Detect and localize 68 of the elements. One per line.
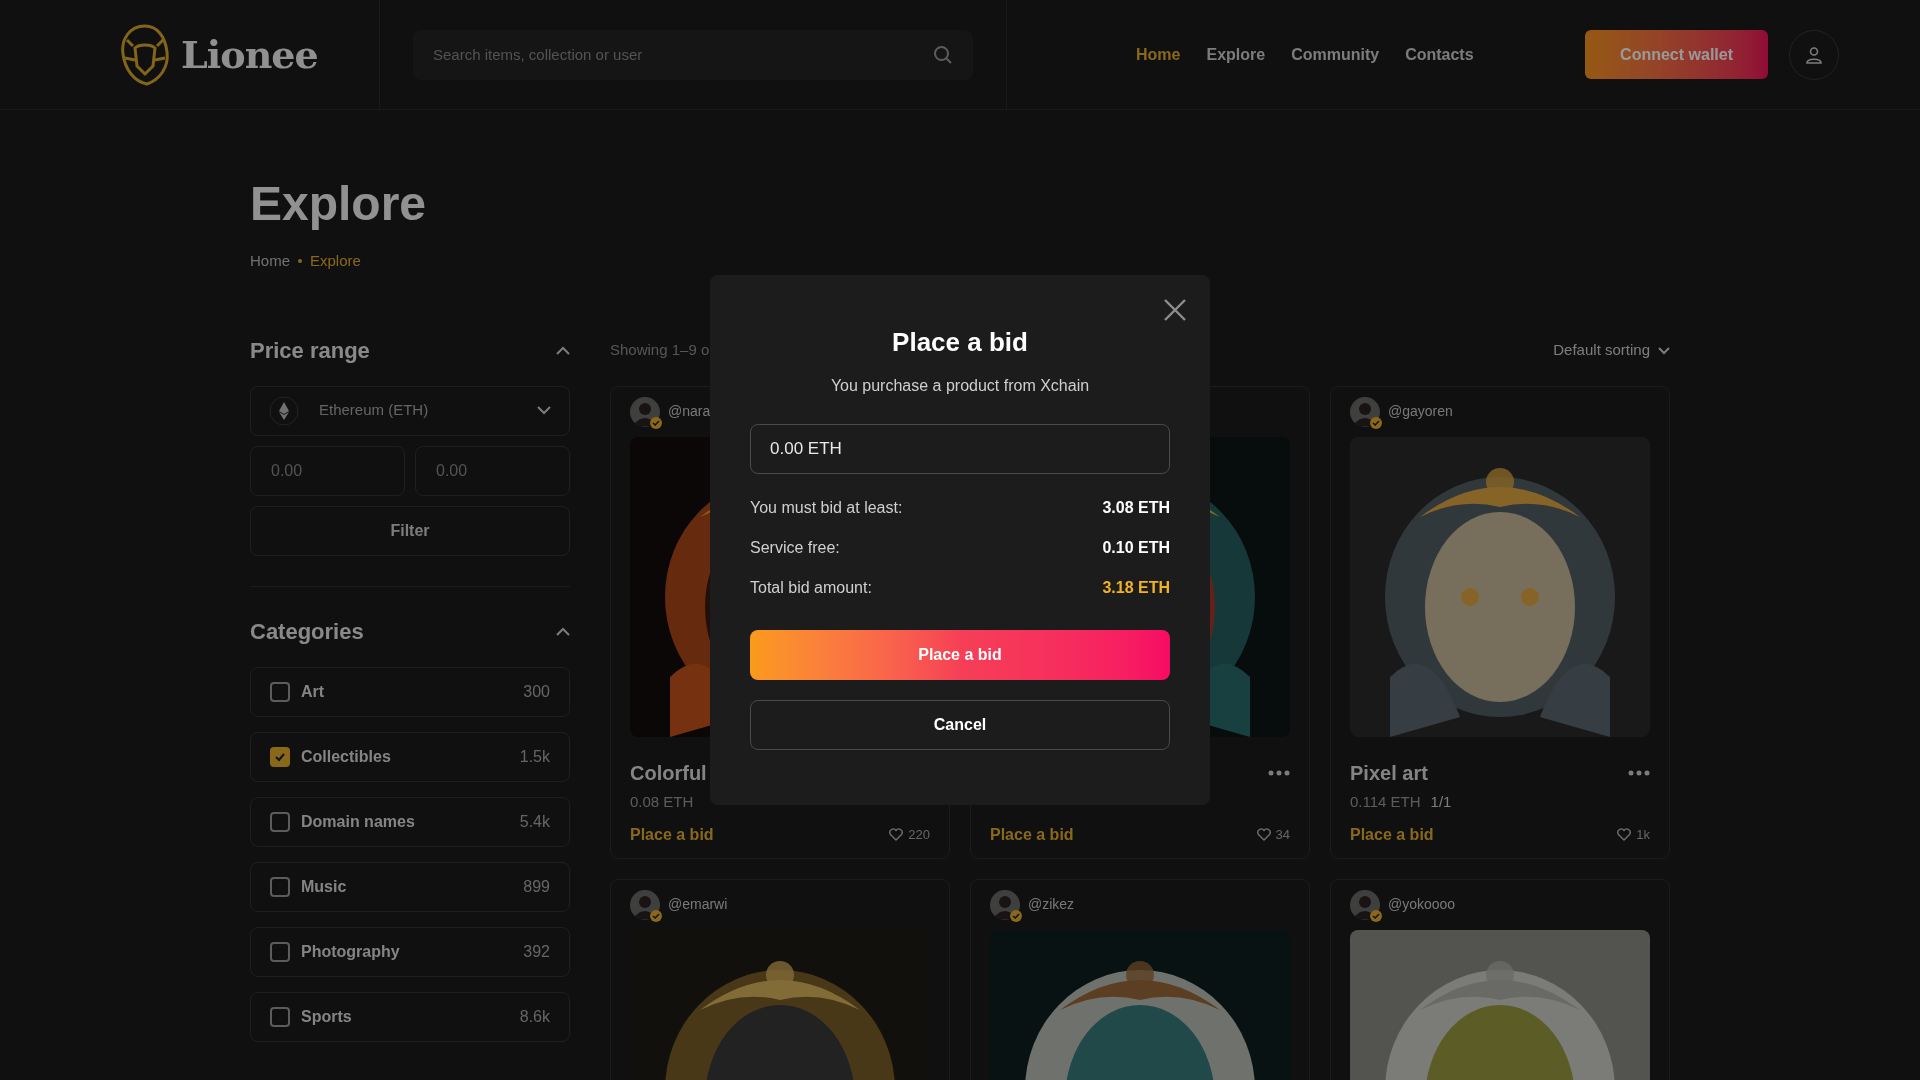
username[interactable]: @nara xyxy=(668,401,711,422)
username[interactable]: @zikez xyxy=(1028,894,1075,915)
sort-dropdown[interactable]: Default sorting xyxy=(1553,339,1670,362)
place-bid-link[interactable]: Place a bid xyxy=(990,822,1074,847)
category-option[interactable]: Sports 8.6k xyxy=(250,991,570,1042)
category-count: 5.4k xyxy=(519,811,550,832)
fee-value: 0.10 ETH xyxy=(1102,538,1170,558)
category-count: 8.6k xyxy=(519,1006,550,1027)
category-count: 1.5k xyxy=(519,746,550,767)
username[interactable]: @yokoooo xyxy=(1388,894,1456,915)
category-label: Music xyxy=(301,876,348,897)
like-count: 220 xyxy=(908,825,930,844)
category-option[interactable]: Photography 392 xyxy=(250,926,570,977)
nav-link[interactable]: Home xyxy=(1136,42,1181,67)
fee-label: Total bid amount: xyxy=(750,578,872,598)
place-bid-link[interactable]: Place a bid xyxy=(1350,822,1434,847)
category-count: 899 xyxy=(523,876,550,897)
search-field[interactable]: Search items, collection or user xyxy=(413,29,973,80)
username[interactable]: @emarwi xyxy=(668,894,728,915)
select-value: Ethereum (ETH) xyxy=(319,400,430,421)
card-title: Pixel art xyxy=(1350,760,1428,786)
like-count: 1k xyxy=(1636,825,1650,844)
like-count: 34 xyxy=(1275,825,1290,844)
nft-card[interactable]: @emarwi xyxy=(610,878,950,1080)
card-price: 0.114 ETH xyxy=(1350,792,1421,813)
fee-value: 3.08 ETH xyxy=(1102,498,1170,518)
page-title: Explore xyxy=(250,180,428,228)
category-option[interactable]: Collectibles 1.5k xyxy=(250,731,570,782)
bid-amount-field[interactable]: 0.00 ETH xyxy=(750,424,1170,474)
min-price-field[interactable]: 0.00 xyxy=(250,445,405,496)
nav-link[interactable]: Explore xyxy=(1206,42,1266,67)
nft-card[interactable]: @gayoren Pixel art 0.114 ETH 1/1 Place a bid 1k xyxy=(1330,385,1670,859)
edition-count: 1/1 xyxy=(1430,792,1452,813)
category-label: Art xyxy=(301,681,326,702)
category-count: 300 xyxy=(523,681,550,702)
category-option[interactable]: Art 300 xyxy=(250,666,570,717)
currency-select[interactable]: Ethereum (ETH) xyxy=(250,385,570,436)
max-price-field[interactable]: 0.00 xyxy=(415,445,570,496)
category-label: Photography xyxy=(301,941,401,962)
logo-text[interactable]: Lionee xyxy=(181,26,318,83)
nav-link[interactable]: Contacts xyxy=(1405,42,1474,67)
category-option[interactable]: Music 899 xyxy=(250,861,570,912)
breadcrumb-link[interactable]: Explore xyxy=(310,250,361,273)
category-label: Collectibles xyxy=(301,746,392,767)
connect-wallet-button[interactable]: Connect wallet xyxy=(1585,30,1768,79)
results-count: Showing 1–9 o xyxy=(610,340,710,361)
category-count: 392 xyxy=(523,941,550,962)
dialog-title: Place a bid xyxy=(892,326,1028,359)
category-label: Sports xyxy=(301,1006,353,1027)
filter-button[interactable]: Filter xyxy=(250,505,570,556)
fee-label: Service free: xyxy=(750,538,840,558)
nft-card[interactable]: @yokoooo xyxy=(1330,878,1670,1080)
cancel-button[interactable]: Cancel xyxy=(750,700,1170,750)
category-option[interactable]: Domain names 5.4k xyxy=(250,796,570,847)
place-bid-button[interactable]: Place a bid xyxy=(750,630,1170,680)
place-bid-link[interactable]: Place a bid xyxy=(630,822,714,847)
section-heading: Price range xyxy=(250,337,370,365)
card-price: 0.08 ETH xyxy=(630,792,694,813)
section-heading: Categories xyxy=(250,618,364,646)
nft-card[interactable]: @zikez xyxy=(970,878,1310,1080)
fee-value: 3.18 ETH xyxy=(1102,578,1170,598)
fee-label: You must bid at least: xyxy=(750,498,903,518)
category-label: Domain names xyxy=(301,811,416,832)
nav-link[interactable]: Community xyxy=(1291,42,1380,67)
username[interactable]: @gayoren xyxy=(1388,401,1453,422)
dialog-subtitle: You purchase a product from Xchain xyxy=(830,376,1090,396)
breadcrumb-link[interactable]: Home xyxy=(250,250,290,273)
card-title: Colorful xyxy=(630,760,707,786)
